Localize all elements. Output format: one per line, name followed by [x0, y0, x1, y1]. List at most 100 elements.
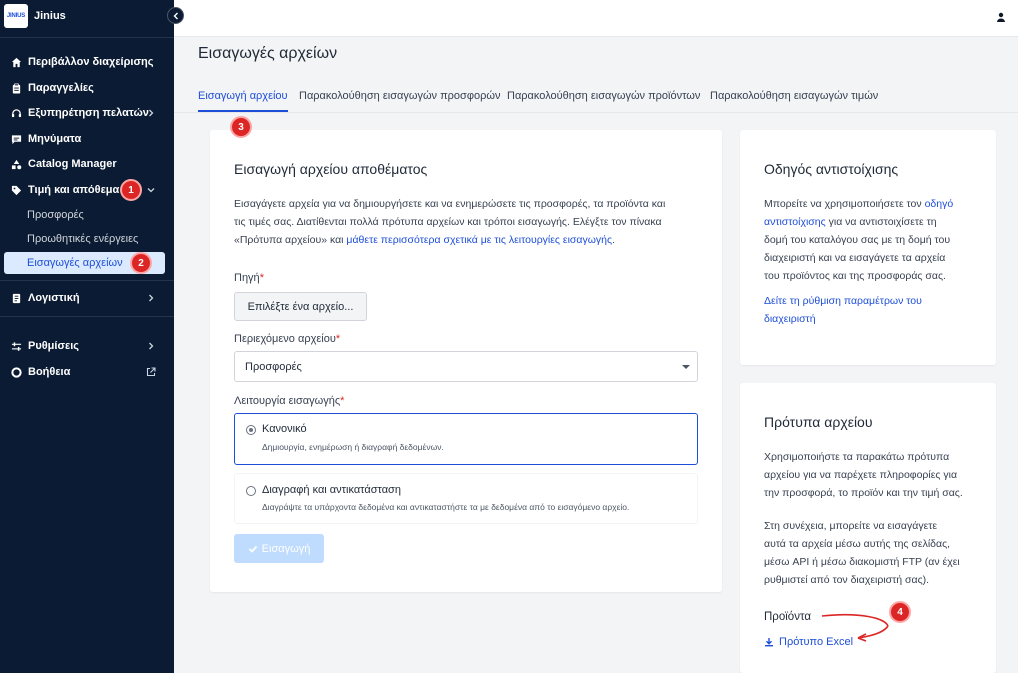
settings-link-line[interactable]: Δείτε τη ρύθμιση παραμέτρων του: [764, 292, 984, 310]
marker-1: 1: [120, 179, 142, 201]
mode-option-replace[interactable]: Διαγραφή και αντικατάσταση Διαγράψτε τα …: [234, 473, 698, 524]
import-submit-label: Εισαγωγή: [261, 542, 311, 555]
ledger-icon: [10, 292, 22, 304]
page-title: Εισαγωγές αρχείων: [198, 45, 338, 62]
sidebar-item-label: Λογιστική: [28, 292, 80, 304]
guide-line: δομή του καταλόγου σας με τη δομή του: [764, 234, 951, 246]
required-mark: *: [340, 395, 345, 407]
sidebar-item-label: Τιμή και απόθεμα: [28, 184, 120, 196]
sidebar-item-dashboard[interactable]: Περιβάλλον διαχείρισης: [4, 51, 165, 73]
sidebar-item-label: Μηνύματα: [28, 133, 82, 145]
chevron-right-icon: [145, 340, 157, 352]
mapping-guide-link[interactable]: οδηγό: [925, 198, 954, 210]
sidebar-item-orders[interactable]: Παραγγελίες: [4, 77, 165, 99]
chevron-left-icon: [173, 12, 178, 19]
chevron-down-icon: [145, 184, 157, 196]
sidebar-subitem-promotions[interactable]: Προωθητικές ενέργειες: [4, 228, 165, 250]
mode-option-title: Κανονικό: [262, 423, 307, 435]
file-templates-title: Πρότυπα αρχείου: [764, 414, 873, 430]
required-mark: *: [335, 333, 341, 345]
sidebar-item-label: Εξυπηρέτηση πελατών: [28, 107, 149, 119]
templates-line: αρχείου για να παρέχετε πληροφορίες για: [764, 469, 958, 481]
sidebar-item-accounting[interactable]: Λογιστική: [4, 287, 165, 309]
brand[interactable]: JINIUS Jinius: [4, 4, 66, 28]
home-icon: [10, 56, 22, 68]
guide-text: Μπορείτε να χρησιμοποιήσετε τον: [764, 198, 925, 210]
sidebar-divider: [0, 37, 174, 38]
templates-line: Στη συνέχεια, μπορείτε να εισαγάγετε: [764, 520, 938, 532]
sidebar-item-label: Catalog Manager: [28, 158, 117, 170]
tab-offer-imports[interactable]: Παρακολούθηση εισαγωγών προσφορών: [299, 90, 500, 112]
templates-line: ρυθμιστεί από τον διαχειριστή σας).: [764, 574, 930, 586]
user-icon[interactable]: [994, 10, 1008, 24]
tab-product-imports[interactable]: Παρακολούθηση εισαγωγών προϊόντων: [507, 90, 700, 112]
chevron-right-icon: [145, 107, 157, 119]
radio-button[interactable]: [246, 486, 256, 496]
import-card-title: Εισαγωγή αρχείου αποθέματος: [234, 161, 428, 177]
templates-line: Χρησιμοποιήστε τα παρακάτω πρότυπα: [764, 451, 950, 463]
top-bar: [174, 0, 1018, 37]
sidebar-subitem-offers[interactable]: Προσφορές: [4, 204, 165, 226]
marker-2: 2: [130, 252, 152, 274]
mapping-guide-text: Μπορείτε να χρησιμοποιήσετε τον οδηγό αν…: [764, 195, 984, 285]
guide-text: για να αντιστοιχίσετε τη: [825, 216, 937, 228]
headset-icon: [10, 107, 22, 119]
chevron-right-icon: [145, 292, 157, 304]
sidebar-divider: [0, 316, 174, 317]
download-icon: [764, 637, 774, 647]
marker-4: 4: [889, 601, 911, 623]
learn-more-link[interactable]: μάθετε περισσότερα σχετικά με τις λειτου…: [346, 234, 612, 246]
shapes-icon: [10, 158, 22, 170]
sidebar-divider: [0, 280, 174, 281]
content-label: Περιεχόμενο αρχείου*: [234, 333, 340, 345]
mapping-guide-title: Οδηγός αντιστοίχισης: [764, 161, 899, 177]
tab-price-imports[interactable]: Παρακολούθηση εισαγωγών τιμών: [710, 90, 878, 112]
message-icon: [10, 133, 22, 145]
import-submit-button[interactable]: Εισαγωγή: [234, 534, 324, 563]
templates-paragraph-1: Χρησιμοποιήστε τα παρακάτω πρότυπα αρχεί…: [764, 448, 984, 502]
sidebar-collapse-button[interactable]: [167, 7, 184, 24]
external-link-icon: [145, 366, 157, 378]
tag-icon: [10, 184, 22, 196]
templates-line: την προσφορά, το προϊόν και την τιμή σας…: [764, 487, 963, 499]
lifebuoy-icon: [10, 366, 22, 378]
sidebar-item-settings[interactable]: Ρυθμίσεις: [4, 335, 165, 357]
mode-option-title: Διαγραφή και αντικατάσταση: [262, 484, 401, 496]
templates-paragraph-2: Στη συνέχεια, μπορείτε να εισαγάγετε αυτ…: [764, 517, 984, 589]
source-label: Πηγή*: [234, 272, 264, 284]
guide-line: του προϊόντος και της προσφοράς σας.: [764, 270, 946, 282]
sliders-icon: [10, 340, 22, 352]
guide-line: αντιστοίχισης για να αντιστοιχίσετε τη: [764, 213, 984, 231]
caret-down-icon: [682, 365, 690, 369]
source-label-text: Πηγή: [234, 272, 260, 284]
file-content-select[interactable]: Προσφορές: [234, 351, 698, 382]
mapping-guide-link[interactable]: αντιστοίχισης: [764, 216, 826, 228]
brand-logo: JINIUS: [4, 4, 28, 28]
intro-line: τις τιμές σας. Διατίθενται πολλά πρότυπα…: [234, 216, 662, 228]
sidebar-item-label: Βοήθεια: [28, 366, 71, 378]
sidebar-item-help[interactable]: Βοήθεια: [4, 361, 165, 383]
mode-option-desc: Διαγράψτε τα υπάρχοντα δεδομένα και αντι…: [262, 502, 630, 512]
settings-link-line[interactable]: διαχειριστή: [764, 310, 984, 328]
sidebar-item-catalog-manager[interactable]: Catalog Manager: [4, 153, 165, 175]
choose-file-button[interactable]: Επιλέξτε ένα αρχείο...: [234, 292, 367, 321]
required-mark: *: [259, 272, 264, 284]
import-intro: Εισαγάγετε αρχεία για να δημιουργήσετε κ…: [234, 195, 704, 249]
templates-line: μέσω API ή μέσω διακομιστή FTP (αν έχει: [764, 556, 960, 568]
tab-file-import[interactable]: Εισαγωγή αρχείου: [198, 90, 288, 112]
mode-label: Λειτουργία εισαγωγής*: [234, 395, 344, 407]
guide-line: Μπορείτε να χρησιμοποιήσετε τον οδηγό: [764, 195, 984, 213]
mode-option-normal[interactable]: Κανονικό Δημιουργία, ενημέρωση ή διαγραφ…: [234, 413, 698, 465]
guide-line: διαχειριστή και να εισαγάγετε τα αρχεία: [764, 252, 946, 264]
mode-option-desc: Δημιουργία, ενημέρωση ή διαγραφή δεδομέν…: [262, 442, 444, 452]
marker-3: 3: [230, 116, 252, 138]
intro-line: Εισαγάγετε αρχεία για να δημιουργήσετε κ…: [234, 198, 666, 210]
mode-label-text: Λειτουργία εισαγωγής: [234, 395, 341, 407]
sidebar-item-messages[interactable]: Μηνύματα: [4, 128, 165, 150]
templates-line: αυτά τα αρχεία μέσω αυτής της σελίδας,: [764, 538, 951, 550]
sidebar-item-label: Ρυθμίσεις: [28, 340, 79, 352]
check-icon: [248, 544, 258, 554]
operator-settings-link[interactable]: Δείτε τη ρύθμιση παραμέτρων του διαχειρι…: [764, 292, 984, 328]
radio-button[interactable]: [246, 425, 256, 435]
sidebar-item-customer-service[interactable]: Εξυπηρέτηση πελατών: [4, 102, 165, 124]
